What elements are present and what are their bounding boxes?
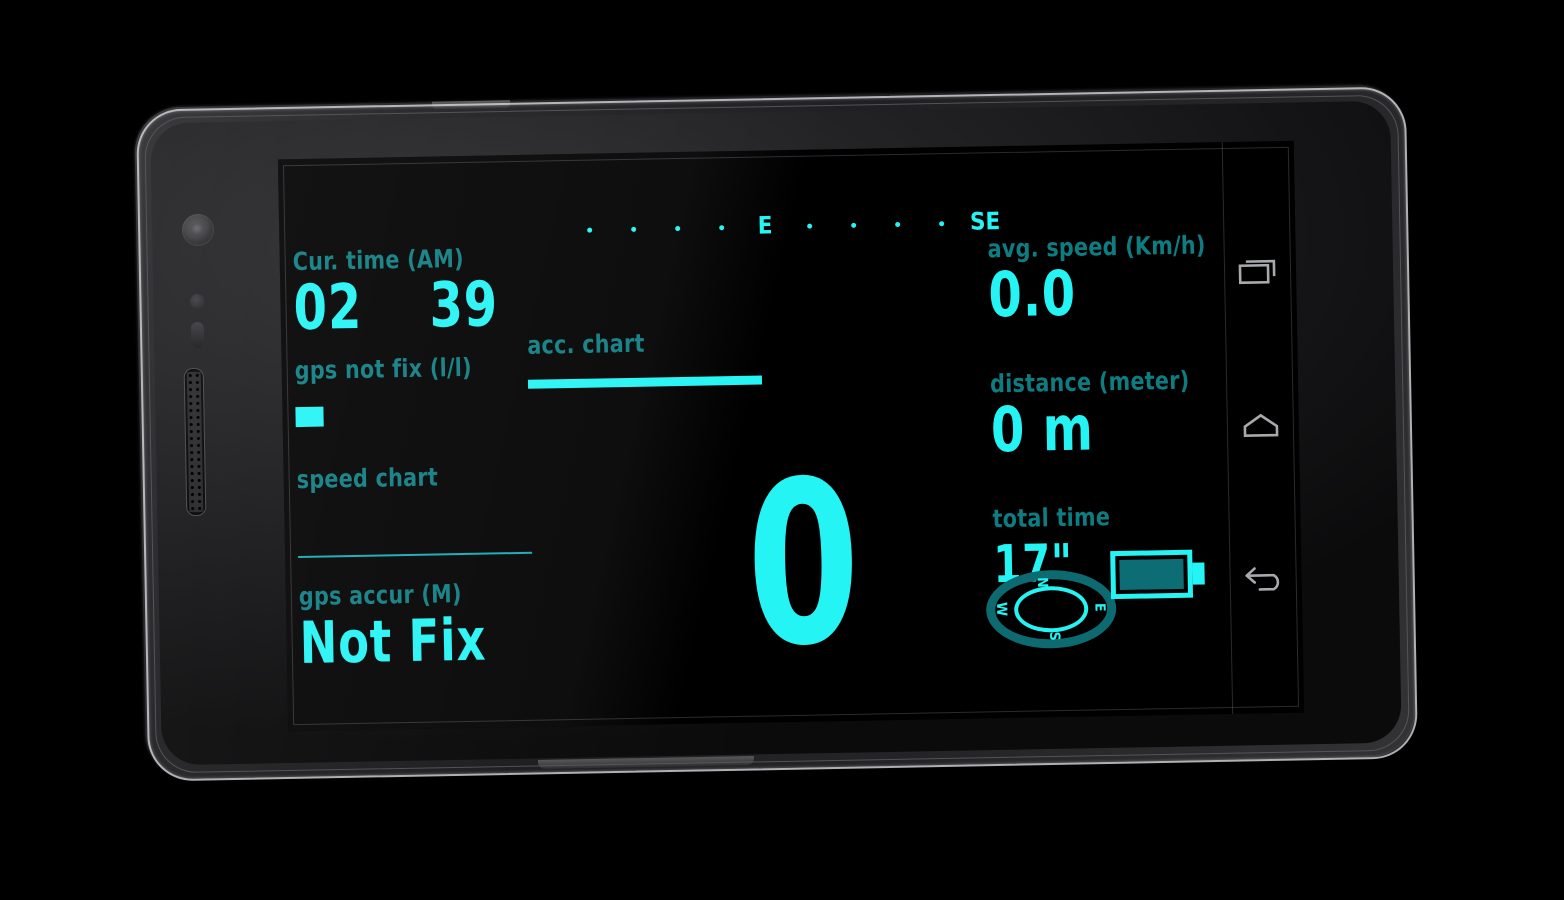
back-arrow-icon	[1245, 567, 1280, 591]
compass-label-southeast: SE	[969, 207, 1001, 236]
speed-chart-label: speed chart	[296, 462, 439, 495]
earpiece-speaker-grille	[183, 367, 207, 517]
phone-top-speaker-nub	[431, 100, 511, 110]
compass-label-east: E	[757, 211, 773, 240]
acc-chart-block: acc. chart	[527, 325, 828, 389]
acc-chart-bar	[527, 375, 763, 389]
compass-tick-dot	[875, 214, 919, 233]
compass-tick-dot	[611, 218, 655, 237]
screenshot-root: E SE Cur. time (AM) 02 39 gps not fix (l…	[0, 0, 1564, 900]
compass-rose-east-label: E	[1091, 602, 1108, 612]
compass-rose-icon: N E S W	[985, 569, 1117, 650]
total-time-label: total time	[992, 502, 1111, 534]
gps-accuracy-value: Not Fix	[299, 605, 487, 678]
battery-terminal-nub	[1192, 562, 1205, 585]
gps-fix-label: gps not fix (l/l)	[294, 352, 473, 386]
speed-chart-block: speed chart	[296, 460, 568, 572]
battery-fill-level	[1119, 558, 1184, 590]
compass-tick-dot	[655, 218, 699, 237]
current-time-block: Cur. time (AM) 02 39	[292, 242, 564, 345]
compass-rose-south-label: S	[1046, 631, 1063, 641]
compass-rose-west-label: W	[993, 602, 1010, 617]
current-time-value-row: 02 39	[292, 267, 564, 345]
acc-chart-label: acc. chart	[527, 328, 645, 360]
current-time-hours: 02	[292, 269, 363, 345]
battery-icon	[1110, 549, 1205, 600]
compass-tick-dot	[567, 219, 611, 238]
phone-screen[interactable]: E SE Cur. time (AM) 02 39 gps not fix (l…	[277, 140, 1305, 732]
compass-tick-dot	[699, 217, 743, 236]
compass-rose-north-label: N	[1033, 577, 1051, 588]
recents-icon	[1238, 259, 1276, 285]
back-button[interactable]	[1239, 559, 1288, 600]
compass-tick-dot	[831, 214, 875, 233]
compass-tick-dot	[919, 213, 963, 232]
gps-fix-block: gps not fix (l/l)	[294, 351, 565, 428]
speed-chart-baseline	[298, 551, 533, 559]
speed-chart-plot	[297, 489, 568, 572]
left-metrics-column: Cur. time (AM) 02 39 gps not fix (l/l) s…	[292, 242, 570, 685]
light-sensor-icon	[190, 321, 205, 349]
home-button[interactable]	[1237, 405, 1286, 446]
satellite-count-bar	[295, 406, 324, 428]
compass-tick-dot	[787, 215, 831, 234]
current-time-minutes: 39	[428, 267, 499, 342]
recents-button[interactable]	[1234, 251, 1283, 292]
home-icon	[1243, 413, 1279, 438]
avg-speed-value: 0.0	[987, 256, 1077, 332]
android-navigation-bar	[1221, 141, 1304, 714]
gps-accuracy-block: gps accur (M) Not Fix	[299, 577, 571, 678]
distance-value: 0 m	[990, 391, 1095, 467]
current-speed-value: 0	[744, 432, 863, 697]
